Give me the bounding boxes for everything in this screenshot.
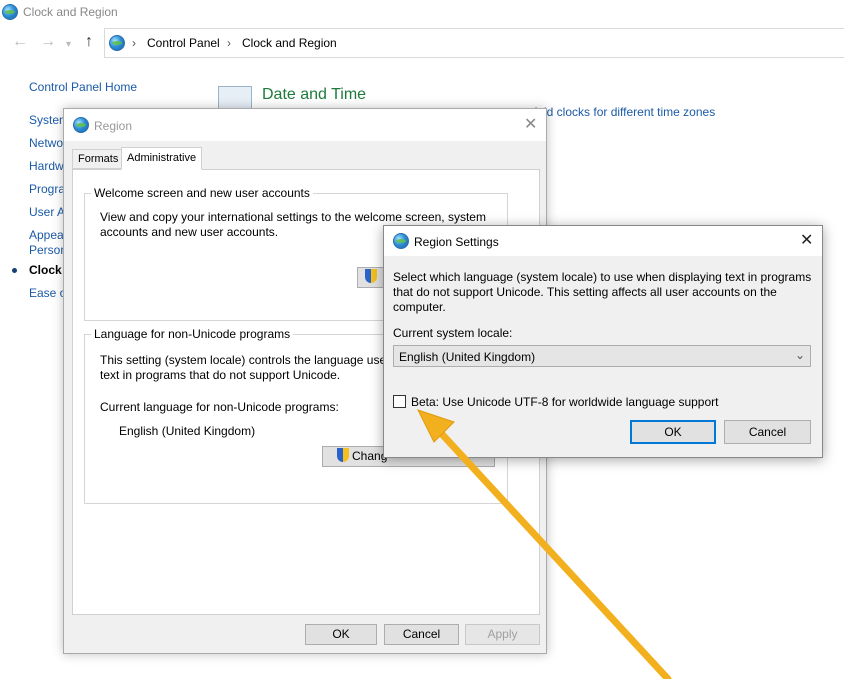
address-bar[interactable]: › Control Panel › Clock and Region <box>104 28 844 58</box>
sidebar-item-network[interactable]: Netwo <box>29 136 63 150</box>
region-settings-description: Select which language (system locale) to… <box>393 270 812 314</box>
system-locale-label: Current system locale: <box>393 326 513 340</box>
non-unicode-group-title: Language for non-Unicode programs <box>91 327 294 341</box>
region-settings-title: Region Settings <box>414 235 499 249</box>
beta-utf8-checkbox[interactable] <box>393 395 406 408</box>
region-apply-button[interactable]: Apply <box>465 624 540 645</box>
uac-shield-icon <box>364 269 377 283</box>
forward-arrow-icon[interactable]: → <box>40 34 56 50</box>
globe-icon <box>73 117 89 133</box>
region-settings-cancel-button[interactable]: Cancel <box>724 420 811 444</box>
tab-formats[interactable]: Formats <box>72 149 125 169</box>
sidebar-item-programs[interactable]: Progra <box>29 182 65 196</box>
region-ok-button[interactable]: OK <box>305 624 377 645</box>
back-arrow-icon[interactable]: ← <box>12 34 28 50</box>
sidebar-item-hardware[interactable]: Hardw <box>29 159 64 173</box>
window-title: Clock and Region <box>23 5 118 19</box>
close-icon[interactable]: ✕ <box>524 117 537 133</box>
region-dialog-title: Region <box>94 119 133 133</box>
beta-utf8-label[interactable]: Beta: Use Unicode UTF-8 for worldwide la… <box>411 395 719 409</box>
region-dialog-titlebar[interactable]: Region ✕ <box>64 109 546 141</box>
region-settings-titlebar[interactable]: Region Settings ✕ <box>384 226 822 256</box>
clock-region-icon <box>2 4 18 20</box>
current-language-value: English (United Kingdom) <box>119 424 256 438</box>
recent-chevron-icon[interactable]: ▾ <box>66 37 71 53</box>
breadcrumb-separator-icon[interactable]: › <box>227 36 231 50</box>
tab-administrative[interactable]: Administrative <box>121 147 203 170</box>
non-unicode-description: This setting (system locale) controls th… <box>100 353 393 382</box>
breadcrumb-clock-region[interactable]: Clock and Region <box>242 36 337 50</box>
uac-shield-icon <box>337 448 349 462</box>
globe-icon <box>393 233 409 249</box>
sidebar-item-control-panel-home[interactable]: Control Panel Home <box>29 80 137 94</box>
up-arrow-icon[interactable]: ↑ <box>85 34 93 50</box>
region-settings-ok-button[interactable]: OK <box>630 420 716 444</box>
system-locale-value: English (United Kingdom) <box>399 350 536 364</box>
current-language-label: Current language for non-Unicode program… <box>100 400 339 414</box>
region-cancel-button[interactable]: Cancel <box>384 624 459 645</box>
close-icon[interactable]: ✕ <box>800 233 813 249</box>
add-clocks-link[interactable]: Add clocks for different time zones <box>532 105 715 119</box>
breadcrumb-separator-icon[interactable]: › <box>132 36 136 50</box>
date-time-title[interactable]: Date and Time <box>262 86 366 104</box>
region-settings-dialog: Region Settings ✕ Select which language … <box>383 225 823 458</box>
sidebar-item-appearance[interactable]: Appea <box>29 228 64 242</box>
control-panel-icon <box>109 35 125 51</box>
navigation-bar: ← → ▾ ↑ › Control Panel › Clock and Regi… <box>0 28 844 58</box>
breadcrumb-control-panel[interactable]: Control Panel <box>147 36 220 50</box>
system-locale-select[interactable]: English (United Kingdom) ⌄ <box>393 345 811 367</box>
active-item-bullet-icon <box>12 268 17 273</box>
window-titlebar: Clock and Region <box>0 0 844 26</box>
chevron-down-icon: ⌄ <box>794 348 805 362</box>
sidebar-item-user-accounts[interactable]: User A <box>29 205 65 219</box>
sidebar-item-personalization[interactable]: Person <box>29 243 67 257</box>
welcome-group-title: Welcome screen and new user accounts <box>91 186 313 200</box>
